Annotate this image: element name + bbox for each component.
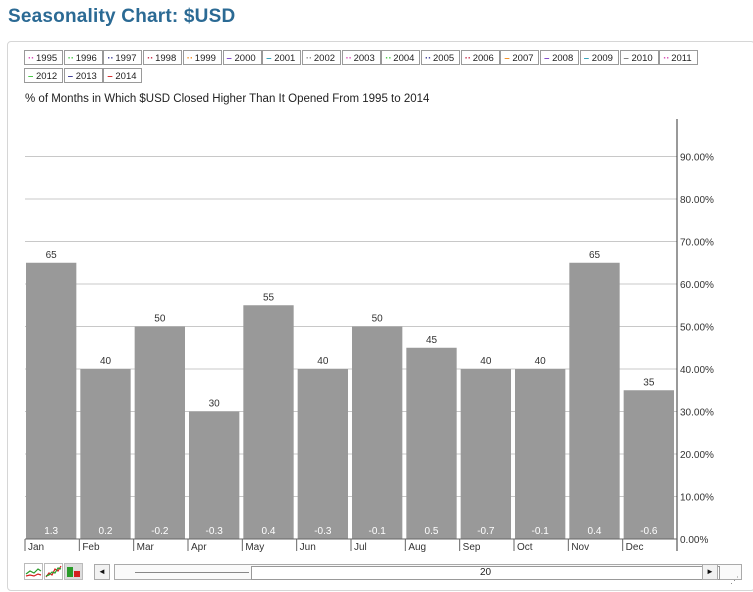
legend-label: 2013 <box>75 71 97 82</box>
legend-label: 2006 <box>472 53 494 64</box>
legend-label: 2005 <box>433 53 455 64</box>
legend-swatch-icon: – <box>504 53 510 64</box>
legend-swatch-icon: – <box>28 71 34 82</box>
legend-swatch-icon: ·· <box>663 53 670 64</box>
legend-label: 2007 <box>512 53 534 64</box>
legend-swatch-icon: ·· <box>186 53 194 64</box>
legend-item-1995[interactable]: ·· 1995 <box>24 50 63 65</box>
chart-toolbar: 20 ◄ ► <box>24 563 742 581</box>
legend-swatch-icon: – <box>226 53 232 64</box>
chart-title: % of Months in Which $USD Closed Higher … <box>25 93 430 105</box>
legend-swatch-icon: ·· <box>147 53 154 64</box>
legend-label: 1999 <box>194 53 216 64</box>
scroll-left-button[interactable]: ◄ <box>94 564 110 580</box>
legend-item-2007[interactable]: –2007 <box>500 50 540 65</box>
legend-label: 2000 <box>234 53 256 64</box>
legend-item-2012[interactable]: –2012 <box>24 68 63 83</box>
legend-item-2000[interactable]: –2000 <box>222 50 262 65</box>
legend-item-1996[interactable]: ·· 1996 <box>63 50 103 65</box>
legend-item-2006[interactable]: ·· 2006 <box>460 50 500 65</box>
legend-item-2004[interactable]: ·· 2004 <box>381 50 421 65</box>
legend-swatch-icon: ·· <box>385 53 392 64</box>
legend-swatch-icon: – <box>107 71 113 82</box>
performance-chart-icon[interactable] <box>44 563 63 580</box>
legend-label: 2009 <box>591 53 613 64</box>
chart-panel <box>7 41 753 591</box>
legend-label: 2003 <box>353 53 375 64</box>
legend-swatch-icon: – <box>266 53 272 64</box>
legend-swatch-icon: ·· <box>28 53 35 64</box>
legend-label: 2001 <box>274 53 296 64</box>
range-thumb[interactable]: 20 <box>251 566 720 580</box>
legend-item-1999[interactable]: ·· 1999 <box>182 50 222 65</box>
page-title: Seasonality Chart: $USD <box>8 6 236 27</box>
legend-swatch-icon: ·· <box>425 53 432 64</box>
legend-label: 1997 <box>115 53 137 64</box>
bar-chart-icon[interactable] <box>64 563 83 580</box>
range-scrollbar[interactable]: 20 <box>114 564 742 580</box>
scroll-track-line <box>135 572 249 573</box>
legend-swatch-icon: ·· <box>464 53 472 64</box>
legend-label: 2010 <box>631 53 653 64</box>
legend-swatch-icon: ·· <box>305 53 313 64</box>
legend-swatch-icon: – <box>583 53 590 64</box>
resize-grip-icon[interactable]: ⋰ <box>730 575 739 586</box>
legend-item-2008[interactable]: –2008 <box>540 50 580 65</box>
legend-swatch-icon: ·· <box>67 53 75 64</box>
legend-label: 2008 <box>552 53 574 64</box>
legend-item-2010[interactable]: –2010 <box>619 50 659 65</box>
legend-label: 2014 <box>115 71 137 82</box>
legend-label: 2012 <box>36 71 58 82</box>
legend-swatch-icon: – <box>544 53 550 64</box>
scroll-right-button[interactable]: ► <box>702 564 718 580</box>
legend-label: 1995 <box>36 53 58 64</box>
line-chart-icon[interactable] <box>24 563 43 580</box>
legend-item-2003[interactable]: ·· 2003 <box>341 50 381 65</box>
legend-item-2011[interactable]: ·· 2011 <box>659 50 699 65</box>
legend-label: 1998 <box>155 53 177 64</box>
legend-item-2001[interactable]: –2001 <box>262 50 302 65</box>
legend-item-2013[interactable]: –2013 <box>63 68 103 83</box>
legend-swatch-icon: – <box>623 53 629 64</box>
legend-item-2009[interactable]: –2009 <box>579 50 619 65</box>
legend-label: 2004 <box>393 53 415 64</box>
legend-item-2005[interactable]: ·· 2005 <box>421 50 460 65</box>
legend-item-1997[interactable]: ·· 1997 <box>103 50 143 65</box>
legend-label: 2002 <box>313 53 336 64</box>
legend-label: 1996 <box>75 53 97 64</box>
legend-item-1998[interactable]: ·· 1998 <box>143 50 183 65</box>
legend-swatch-icon: ·· <box>107 53 114 64</box>
legend-item-2014[interactable]: –2014 <box>103 68 143 83</box>
legend-swatch-icon: – <box>67 71 73 82</box>
legend-swatch-icon: ·· <box>345 53 352 64</box>
legend-item-2002[interactable]: ·· 2002 <box>301 50 341 65</box>
legend-label: 2011 <box>671 53 692 64</box>
